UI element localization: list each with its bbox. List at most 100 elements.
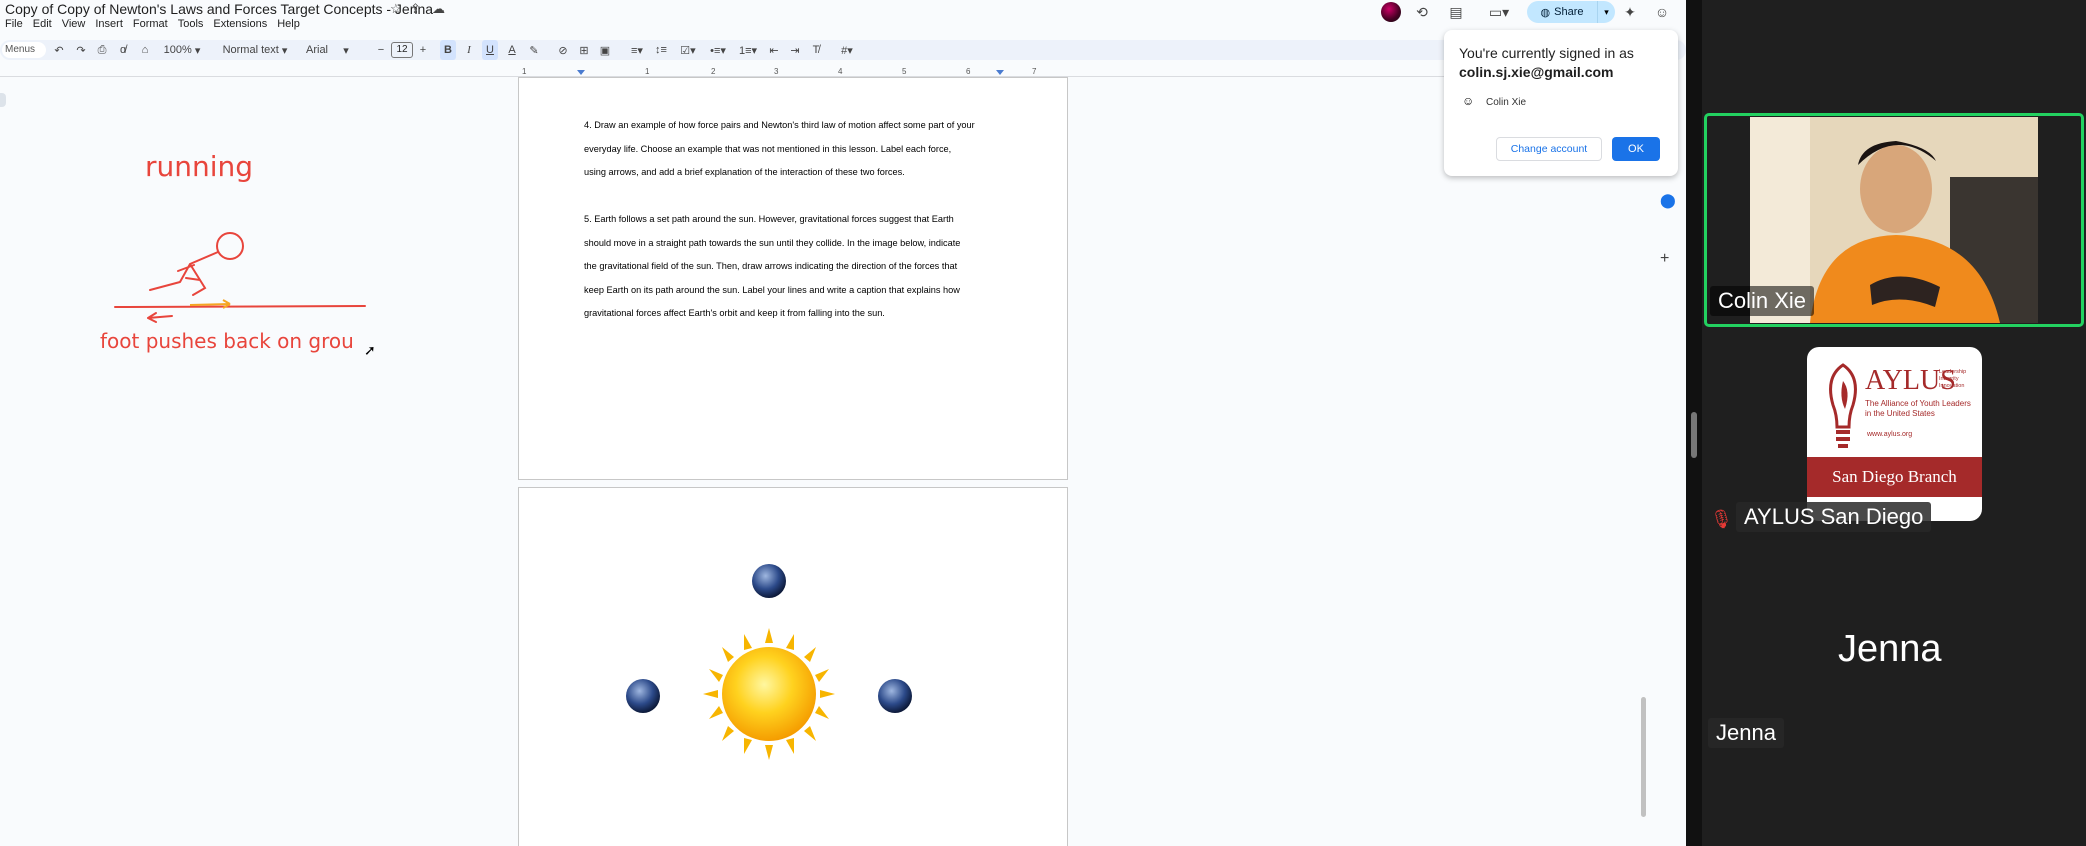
italic-icon[interactable]: I bbox=[461, 40, 477, 60]
drawing-label-running: running bbox=[145, 150, 253, 183]
question-line: the gravitational field of the sun. Then… bbox=[584, 261, 958, 271]
vertical-scrollbar[interactable] bbox=[1641, 697, 1646, 817]
menu-insert[interactable]: Insert bbox=[95, 18, 123, 30]
popup-user-name: Colin Xie bbox=[1486, 97, 1527, 108]
highlight-icon[interactable]: ✎ bbox=[526, 40, 542, 60]
zoom-select[interactable]: 100% ▾ bbox=[160, 40, 204, 60]
menu-edit[interactable]: Edit bbox=[33, 18, 52, 30]
menu-format[interactable]: Format bbox=[133, 18, 168, 30]
aylus-tag-line: Leadership bbox=[1939, 369, 1967, 375]
mouse-cursor-icon: ➚ bbox=[364, 342, 376, 358]
align-icon[interactable]: ≡▾ bbox=[626, 40, 648, 60]
star-icon[interactable]: ☆ bbox=[390, 1, 402, 17]
left-indent-marker[interactable] bbox=[577, 70, 585, 75]
aylus-subtitle: The Alliance of Youth Leaders in the Uni… bbox=[1865, 399, 1980, 419]
drawing-label-caption: foot pushes back on grou bbox=[100, 329, 354, 353]
style-select[interactable]: Normal text ▾ bbox=[218, 40, 292, 60]
numbered-list-icon[interactable]: 1≡▾ bbox=[736, 40, 760, 60]
aylus-logo: AYLUS Leadership Integrity Innovation Th… bbox=[1807, 347, 1982, 521]
print-icon[interactable]: ⎙ bbox=[95, 40, 109, 60]
link-icon[interactable]: ⊘ bbox=[555, 40, 571, 60]
add-addon-icon[interactable]: + bbox=[1660, 250, 1669, 268]
font-size-input[interactable]: 12 bbox=[391, 42, 413, 58]
line-spacing-icon[interactable]: ↕≡ bbox=[652, 40, 670, 60]
clear-formatting-icon[interactable]: T̸ bbox=[808, 40, 824, 60]
question-line: everyday life. Choose an example that wa… bbox=[584, 143, 952, 154]
aylus-tag-line: Integrity bbox=[1939, 376, 1959, 382]
increase-font-size-icon[interactable]: + bbox=[416, 40, 430, 60]
ruler-number: 1 bbox=[645, 67, 650, 76]
ok-button[interactable]: OK bbox=[1612, 137, 1660, 161]
sun-earth-image[interactable] bbox=[609, 548, 929, 788]
checklist-icon[interactable]: ☑▾ bbox=[676, 40, 700, 60]
menu-extensions[interactable]: Extensions bbox=[213, 18, 267, 30]
question-line: using arrows, and add a brief explanatio… bbox=[584, 167, 905, 177]
popup-email: colin.sj.xie@gmail.com bbox=[1459, 64, 1614, 80]
menu-help[interactable]: Help bbox=[277, 18, 300, 30]
bold-icon[interactable]: B bbox=[440, 40, 456, 60]
share-dropdown[interactable]: ▾ bbox=[1597, 1, 1615, 23]
torch-icon bbox=[1829, 363, 1857, 448]
outline-toggle[interactable] bbox=[0, 93, 6, 107]
account-avatar[interactable] bbox=[1381, 2, 1401, 22]
question-5[interactable]: 5. Earth follows a set path around the s… bbox=[584, 208, 1024, 326]
ruler-number: 4 bbox=[838, 67, 843, 76]
ruler[interactable]: 1 1 2 3 4 5 6 7 bbox=[518, 67, 1068, 77]
question-4[interactable]: 4. Draw an example of how force pairs an… bbox=[584, 114, 1024, 185]
underline-icon[interactable]: U bbox=[482, 40, 498, 60]
document-title[interactable]: Copy of Copy of Newton's Laws and Forces… bbox=[5, 1, 433, 17]
maps-icon[interactable]: ⬤ bbox=[1660, 192, 1676, 209]
paint-format-icon[interactable]: ⌂ bbox=[138, 40, 152, 60]
history-icon[interactable]: ⟲ bbox=[1412, 2, 1432, 22]
move-folder-icon[interactable]: ⇪ bbox=[410, 1, 421, 17]
question-line: keep Earth on its path around the sun. L… bbox=[584, 284, 960, 295]
menu-tools[interactable]: Tools bbox=[178, 18, 204, 30]
meet-icon[interactable]: ▭▾ bbox=[1484, 2, 1514, 22]
participant-name: Colin Xie bbox=[1710, 286, 1815, 316]
ruler-number: 7 bbox=[1032, 67, 1037, 76]
question-line: should move in a straight path towards t… bbox=[584, 237, 961, 248]
question-line: 4. Draw an example of how force pairs an… bbox=[584, 120, 975, 130]
earth-left-icon bbox=[626, 679, 660, 713]
text-color-icon[interactable]: A bbox=[504, 40, 520, 60]
gemini-icon[interactable]: ✦ bbox=[1620, 2, 1640, 22]
account-popup: You're currently signed in as colin.sj.x… bbox=[1444, 30, 1678, 176]
question-line: 5. Earth follows a set path around the s… bbox=[584, 214, 954, 224]
right-indent-marker[interactable] bbox=[996, 70, 1004, 75]
profile-icon[interactable]: ☺ bbox=[1652, 2, 1672, 22]
spellcheck-icon[interactable]: ɑ̸ bbox=[116, 40, 130, 60]
ruler-number: 2 bbox=[711, 67, 716, 76]
menu-view[interactable]: View bbox=[62, 18, 86, 30]
earth-top-icon bbox=[752, 564, 786, 598]
document-page[interactable] bbox=[518, 487, 1068, 846]
menus-search[interactable]: Menus bbox=[2, 42, 46, 58]
docs-window: Copy of Copy of Newton's Laws and Forces… bbox=[0, 0, 1686, 846]
redo-icon[interactable]: ↷ bbox=[74, 40, 88, 60]
mic-muted-icon: 🎙︎ bbox=[1710, 509, 1733, 529]
decrease-indent-icon[interactable]: ⇤ bbox=[766, 40, 782, 60]
aylus-subtitle-line: The Alliance of Youth Leaders bbox=[1865, 399, 1971, 408]
bullet-list-icon[interactable]: •≡▾ bbox=[706, 40, 730, 60]
stick-figure bbox=[114, 232, 366, 323]
document-page[interactable]: 4. Draw an example of how force pairs an… bbox=[518, 77, 1068, 480]
style-value: Normal text bbox=[222, 44, 279, 56]
increase-indent-icon[interactable]: ⇥ bbox=[787, 40, 803, 60]
change-account-button[interactable]: Change account bbox=[1496, 137, 1602, 161]
comment-icon[interactable]: ⊞ bbox=[576, 40, 592, 60]
menu-bar: File Edit View Insert Format Tools Exten… bbox=[5, 18, 300, 30]
font-select[interactable]: Arial ▾ bbox=[306, 40, 362, 60]
share-button[interactable]: ◍ Share bbox=[1527, 1, 1597, 23]
decrease-font-size-icon[interactable]: − bbox=[374, 40, 388, 60]
font-value: Arial bbox=[306, 44, 329, 56]
image-icon[interactable]: ▣ bbox=[597, 40, 613, 60]
cloud-saved-icon[interactable]: ☁ bbox=[432, 1, 445, 17]
aylus-tag-line: Innovation bbox=[1939, 383, 1965, 389]
comments-icon[interactable]: ▤ bbox=[1446, 2, 1466, 22]
aylus-tagline: Leadership Integrity Innovation bbox=[1939, 369, 1966, 390]
ruler-number: 5 bbox=[902, 67, 907, 76]
resize-handle[interactable] bbox=[1691, 412, 1697, 458]
table-icon[interactable]: #▾ bbox=[834, 40, 860, 60]
undo-icon[interactable]: ↶ bbox=[52, 40, 66, 60]
menu-file[interactable]: File bbox=[5, 18, 23, 30]
zoom-value: 100% bbox=[163, 44, 192, 56]
